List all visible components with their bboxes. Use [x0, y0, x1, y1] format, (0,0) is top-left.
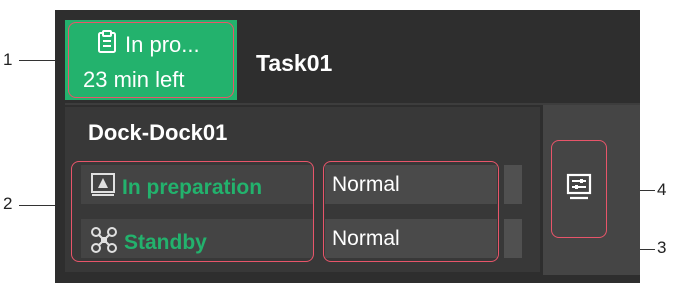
callout-2: 2 [3, 194, 13, 213]
dock-name: Dock-Dock01 [88, 120, 228, 145]
drone-value-end [504, 219, 522, 258]
callout-3: 3 [657, 238, 667, 257]
callout-1: 1 [3, 50, 13, 69]
highlight-value-column [323, 161, 499, 262]
callout-4: 4 [657, 180, 667, 199]
highlight-status-column [71, 161, 314, 262]
highlight-settings-button [551, 140, 607, 238]
task-name: Task01 [256, 50, 333, 76]
dock-value-end [504, 165, 522, 204]
highlight-status-tile [68, 22, 234, 98]
